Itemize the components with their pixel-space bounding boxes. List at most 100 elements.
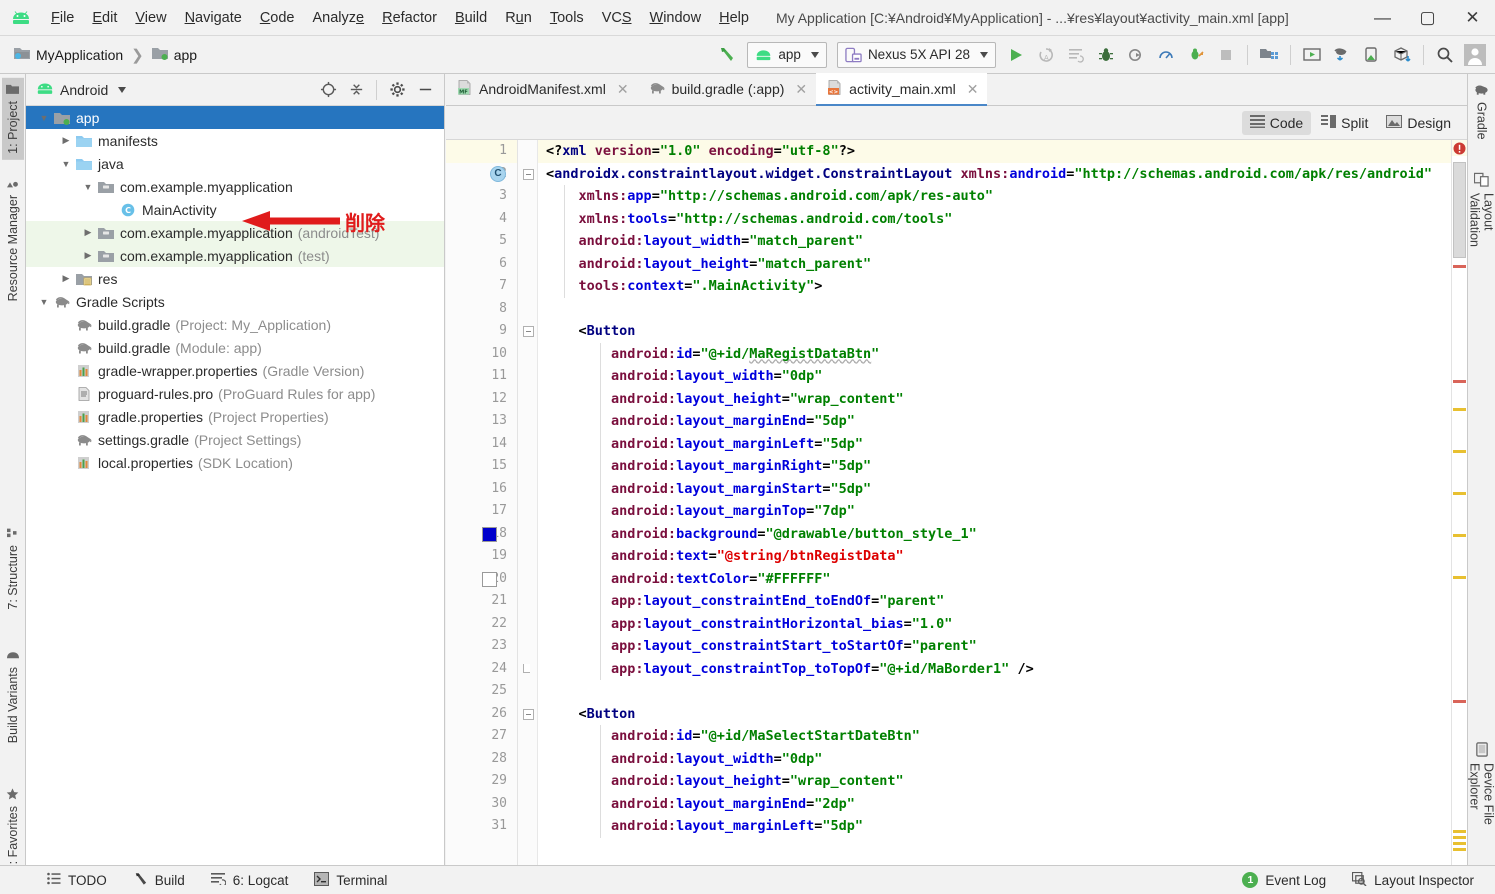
sdk-manager-icon[interactable] xyxy=(1255,41,1283,69)
status-terminal[interactable]: Terminal xyxy=(301,871,400,889)
line-number[interactable]: 24 xyxy=(446,658,517,681)
code-line[interactable]: app:layout_constraintEnd_toEndOf="parent… xyxy=(538,590,1451,613)
sidebar-item-device-file-explorer[interactable]: Device File Explorer xyxy=(1464,736,1495,865)
status-build[interactable]: Build xyxy=(120,872,198,889)
code-line[interactable]: <androidx.constraintlayout.widget.Constr… xyxy=(538,163,1451,186)
code-line[interactable]: android:id="@+id/MaRegistDataBtn" xyxy=(538,343,1451,366)
line-number[interactable]: 15 xyxy=(446,455,517,478)
menu-run[interactable]: Run xyxy=(496,6,541,30)
menu-navigate[interactable]: Navigate xyxy=(176,6,251,30)
code-line[interactable]: android:layout_marginLeft="5dp" xyxy=(538,433,1451,456)
expand-arrow-down-icon[interactable]: ▼ xyxy=(58,159,74,169)
line-number[interactable]: 27 xyxy=(446,725,517,748)
expand-arrow-right-icon[interactable]: ▶ xyxy=(58,273,74,284)
code-line[interactable]: <Button xyxy=(538,703,1451,726)
project-view-selector[interactable]: Android xyxy=(36,82,127,98)
menu-tools[interactable]: Tools xyxy=(541,6,593,30)
code-editor[interactable]: 1234567891011121314151617181920212223242… xyxy=(446,140,1467,865)
line-number[interactable]: 14 xyxy=(446,433,517,456)
target-icon[interactable] xyxy=(315,77,341,103)
error-marker[interactable] xyxy=(1453,700,1466,703)
line-number[interactable]: 16 xyxy=(446,478,517,501)
expand-arrow-down-icon[interactable]: ▼ xyxy=(36,113,52,123)
code-line[interactable]: android:layout_marginStart="5dp" xyxy=(538,478,1451,501)
expand-arrow-down-icon[interactable]: ▼ xyxy=(80,182,96,192)
line-number[interactable]: 21 xyxy=(446,590,517,613)
tree-node-com-example-myapplication[interactable]: ▼ com.example.myapplication xyxy=(26,175,444,198)
line-number[interactable]: 7 xyxy=(446,275,517,298)
code-line[interactable]: android:layout_marginLeft="5dp" xyxy=(538,815,1451,838)
line-number[interactable]: 3 xyxy=(446,185,517,208)
tab-code[interactable]: Code xyxy=(1241,110,1312,135)
menu-edit[interactable]: Edit xyxy=(83,6,126,30)
device-manager-icon[interactable] xyxy=(1358,41,1386,69)
tree-node-gradle-properties[interactable]: gradle.properties (Project Properties) xyxy=(26,405,444,428)
warning-marker[interactable] xyxy=(1453,450,1466,453)
sidebar-item-structure[interactable]: 7: Structure xyxy=(2,522,24,616)
fold-end-icon[interactable] xyxy=(523,663,530,673)
status-todo[interactable]: TODO xyxy=(34,872,120,888)
sidebar-item-project[interactable]: 1: Project xyxy=(1,78,24,160)
run-icon[interactable] xyxy=(1002,41,1030,69)
settings-gear-icon[interactable] xyxy=(384,77,410,103)
code-line[interactable]: <?xml version="1.0" encoding="utf-8"?> xyxy=(538,140,1451,163)
line-number[interactable]: 28 xyxy=(446,748,517,771)
editor-tab-activity-main-xml[interactable]: <> activity_main.xml ✕ xyxy=(816,73,988,106)
collapse-all-icon[interactable] xyxy=(343,77,369,103)
menu-window[interactable]: Window xyxy=(641,6,711,30)
sidebar-item-resource-manager[interactable]: Resource Manager xyxy=(2,172,24,307)
code-line[interactable]: android:layout_marginEnd="2dp" xyxy=(538,793,1451,816)
error-marker[interactable] xyxy=(1453,380,1466,383)
close-icon[interactable]: ✕ xyxy=(795,81,807,98)
warning-marker[interactable] xyxy=(1453,408,1466,411)
line-number[interactable]: 30 xyxy=(446,793,517,816)
code-line[interactable]: android:text="@string/btnRegistData" xyxy=(538,545,1451,568)
line-number[interactable]: 11 xyxy=(446,365,517,388)
menu-file[interactable]: FFileile xyxy=(42,6,83,30)
minimize-button[interactable]: — xyxy=(1360,0,1405,36)
profiler-icon[interactable] xyxy=(1152,41,1180,69)
tree-node-proguard-rules-pro[interactable]: proguard-rules.pro (ProGuard Rules for ap… xyxy=(26,382,444,405)
sync-gradle-icon[interactable] xyxy=(1328,41,1356,69)
tab-split[interactable]: Split xyxy=(1313,111,1376,135)
code-line[interactable]: android:layout_marginRight="5dp" xyxy=(538,455,1451,478)
menu-code[interactable]: Code xyxy=(251,6,304,30)
menu-vcs[interactable]: VCS xyxy=(593,6,641,30)
close-icon[interactable]: ✕ xyxy=(617,81,629,98)
line-number[interactable]: 10 xyxy=(446,343,517,366)
code-line[interactable]: android:layout_marginTop="7dp" xyxy=(538,500,1451,523)
avd-manager-icon[interactable] xyxy=(1298,41,1326,69)
code-line[interactable]: app:layout_constraintHorizontal_bias="1.… xyxy=(538,613,1451,636)
code-line[interactable]: android:layout_marginEnd="5dp" xyxy=(538,410,1451,433)
close-icon[interactable]: ✕ xyxy=(967,81,979,98)
close-button[interactable]: ✕ xyxy=(1450,0,1495,36)
line-number[interactable]: 25 xyxy=(446,680,517,703)
tree-node-gradle-wrapper-properties[interactable]: gradle-wrapper.properties (Gradle Version… xyxy=(26,359,444,382)
make-project-icon[interactable] xyxy=(713,41,741,69)
expand-arrow-down-icon[interactable]: ▼ xyxy=(36,297,52,307)
line-number[interactable]: 29 xyxy=(446,770,517,793)
device-selector[interactable]: Nexus 5X API 28 xyxy=(836,41,996,68)
error-badge-icon[interactable] xyxy=(1452,140,1467,156)
code-line[interactable]: android:background="@drawable/button_sty… xyxy=(538,523,1451,546)
line-number[interactable]: 2 xyxy=(446,163,517,186)
editor-tab-build-gradle-app-[interactable]: build.gradle (:app) ✕ xyxy=(638,73,817,105)
code-line[interactable]: <Button xyxy=(538,320,1451,343)
menu-help[interactable]: Help xyxy=(710,6,758,30)
code-line[interactable] xyxy=(538,680,1451,703)
code-line[interactable]: android:layout_height="match_parent" xyxy=(538,253,1451,276)
run-with-coverage-icon[interactable] xyxy=(1182,41,1210,69)
line-number[interactable]: 26 xyxy=(446,703,517,726)
code-content[interactable]: <?xml version="1.0" encoding="utf-8"?> <a… xyxy=(538,140,1451,865)
color-preview-swatch[interactable] xyxy=(482,571,497,587)
code-line[interactable]: xmlns:tools="http://schemas.android.com/… xyxy=(538,208,1451,231)
line-number[interactable]: 5 xyxy=(446,230,517,253)
line-number[interactable]: 23 xyxy=(446,635,517,658)
code-line[interactable]: android:layout_width="0dp" xyxy=(538,748,1451,771)
sidebar-item-build-variants[interactable]: Build Variants xyxy=(2,644,24,749)
search-icon[interactable] xyxy=(1431,41,1459,69)
code-folding-column[interactable] xyxy=(518,140,538,865)
fold-collapse-icon[interactable] xyxy=(523,326,534,337)
code-line[interactable]: android:layout_width="0dp" xyxy=(538,365,1451,388)
expand-arrow-right-icon[interactable]: ▶ xyxy=(80,250,96,261)
